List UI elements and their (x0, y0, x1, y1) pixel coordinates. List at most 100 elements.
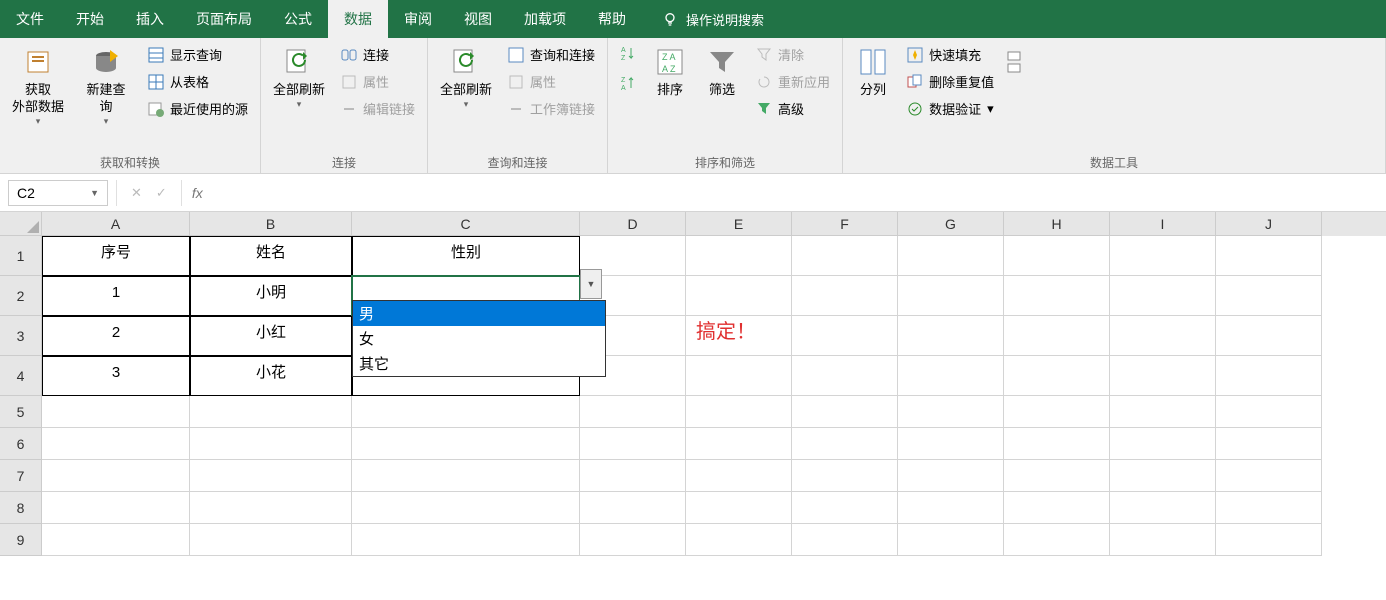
from-table-button[interactable]: 从表格 (142, 69, 254, 94)
cell-F1[interactable] (792, 236, 898, 276)
name-box[interactable]: C2▼ (8, 180, 108, 206)
cell-J8[interactable] (1216, 492, 1322, 524)
data-validation-button[interactable]: 数据验证 ▾ (901, 96, 1000, 121)
cell-H4[interactable] (1004, 356, 1110, 396)
cell-H5[interactable] (1004, 396, 1110, 428)
cell-F5[interactable] (792, 396, 898, 428)
cell-G2[interactable] (898, 276, 1004, 316)
row-header-8[interactable]: 8 (0, 492, 42, 524)
cell-A3[interactable]: 2 (42, 316, 190, 356)
cell-H3[interactable] (1004, 316, 1110, 356)
cell-J3[interactable] (1216, 316, 1322, 356)
col-header-E[interactable]: E (686, 212, 792, 236)
refresh-all-button-2[interactable]: 全部刷新▾ (434, 42, 498, 114)
col-header-C[interactable]: C (352, 212, 580, 236)
cell-J9[interactable] (1216, 524, 1322, 556)
cell-C6[interactable] (352, 428, 580, 460)
new-query-button[interactable]: 新建查 询▾ (74, 42, 138, 131)
cell-G8[interactable] (898, 492, 1004, 524)
tell-me-search[interactable]: 操作说明搜索 (662, 10, 764, 29)
more-tools-button[interactable] (1004, 42, 1024, 82)
advanced-filter-button[interactable]: 高级 (750, 96, 836, 121)
tab-formulas[interactable]: 公式 (268, 0, 328, 38)
col-header-H[interactable]: H (1004, 212, 1110, 236)
cell-E3-annotation[interactable]: 搞定！ (686, 316, 792, 356)
tab-home[interactable]: 开始 (60, 0, 120, 38)
cell-A7[interactable] (42, 460, 190, 492)
confirm-icon[interactable]: ✓ (156, 185, 167, 201)
refresh-all-button[interactable]: 全部刷新▾ (267, 42, 331, 114)
connections-button[interactable]: 连接 (335, 42, 421, 67)
cell-F9[interactable] (792, 524, 898, 556)
cell-B1[interactable]: 姓名 (190, 236, 352, 276)
cell-B3[interactable]: 小红 (190, 316, 352, 356)
cell-A2[interactable]: 1 (42, 276, 190, 316)
cell-I5[interactable] (1110, 396, 1216, 428)
cell-A8[interactable] (42, 492, 190, 524)
sort-desc-button[interactable]: ZA (614, 72, 642, 94)
cell-A5[interactable] (42, 396, 190, 428)
cell-I2[interactable] (1110, 276, 1216, 316)
cell-H8[interactable] (1004, 492, 1110, 524)
row-header-1[interactable]: 1 (0, 236, 42, 276)
cell-G6[interactable] (898, 428, 1004, 460)
text-to-columns-button[interactable]: 分列 (849, 42, 897, 103)
cell-G1[interactable] (898, 236, 1004, 276)
cell-E1[interactable] (686, 236, 792, 276)
cell-E4[interactable] (686, 356, 792, 396)
cell-J5[interactable] (1216, 396, 1322, 428)
flash-fill-button[interactable]: 快速填充 (901, 42, 1000, 67)
cell-D7[interactable] (580, 460, 686, 492)
cell-C5[interactable] (352, 396, 580, 428)
row-header-9[interactable]: 9 (0, 524, 42, 556)
cell-J2[interactable] (1216, 276, 1322, 316)
row-header-2[interactable]: 2 (0, 276, 42, 316)
cell-C7[interactable] (352, 460, 580, 492)
show-queries-button[interactable]: 显示查询 (142, 42, 254, 67)
row-header-4[interactable]: 4 (0, 356, 42, 396)
tab-view[interactable]: 视图 (448, 0, 508, 38)
cell-A9[interactable] (42, 524, 190, 556)
cell-F2[interactable] (792, 276, 898, 316)
tab-help[interactable]: 帮助 (582, 0, 642, 38)
cell-G7[interactable] (898, 460, 1004, 492)
cell-B9[interactable] (190, 524, 352, 556)
cell-B2[interactable]: 小明 (190, 276, 352, 316)
tab-review[interactable]: 审阅 (388, 0, 448, 38)
recent-sources-button[interactable]: 最近使用的源 (142, 96, 254, 121)
cell-A6[interactable] (42, 428, 190, 460)
sort-asc-button[interactable]: AZ (614, 42, 642, 64)
tab-layout[interactable]: 页面布局 (180, 0, 268, 38)
cell-J4[interactable] (1216, 356, 1322, 396)
row-header-3[interactable]: 3 (0, 316, 42, 356)
remove-duplicates-button[interactable]: 删除重复值 (901, 69, 1000, 94)
cell-G3[interactable] (898, 316, 1004, 356)
select-all-corner[interactable] (0, 212, 42, 236)
cell-I4[interactable] (1110, 356, 1216, 396)
tab-data[interactable]: 数据 (328, 0, 388, 38)
cell-I1[interactable] (1110, 236, 1216, 276)
cell-F6[interactable] (792, 428, 898, 460)
cell-E8[interactable] (686, 492, 792, 524)
dropdown-option[interactable]: 女 (353, 326, 605, 351)
cell-I8[interactable] (1110, 492, 1216, 524)
cell-B5[interactable] (190, 396, 352, 428)
col-header-D[interactable]: D (580, 212, 686, 236)
data-validation-dropdown-button[interactable]: ▼ (580, 269, 602, 299)
cell-C1[interactable]: 性别 (352, 236, 580, 276)
cell-D6[interactable] (580, 428, 686, 460)
col-header-F[interactable]: F (792, 212, 898, 236)
cell-J6[interactable] (1216, 428, 1322, 460)
queries-connections-button[interactable]: 查询和连接 (502, 42, 601, 67)
filter-button[interactable]: 筛选 (698, 42, 746, 103)
cell-I6[interactable] (1110, 428, 1216, 460)
cell-G4[interactable] (898, 356, 1004, 396)
col-header-J[interactable]: J (1216, 212, 1322, 236)
cell-B8[interactable] (190, 492, 352, 524)
row-header-5[interactable]: 5 (0, 396, 42, 428)
cell-G5[interactable] (898, 396, 1004, 428)
cell-A4[interactable]: 3 (42, 356, 190, 396)
cell-C9[interactable] (352, 524, 580, 556)
col-header-G[interactable]: G (898, 212, 1004, 236)
cell-I3[interactable] (1110, 316, 1216, 356)
